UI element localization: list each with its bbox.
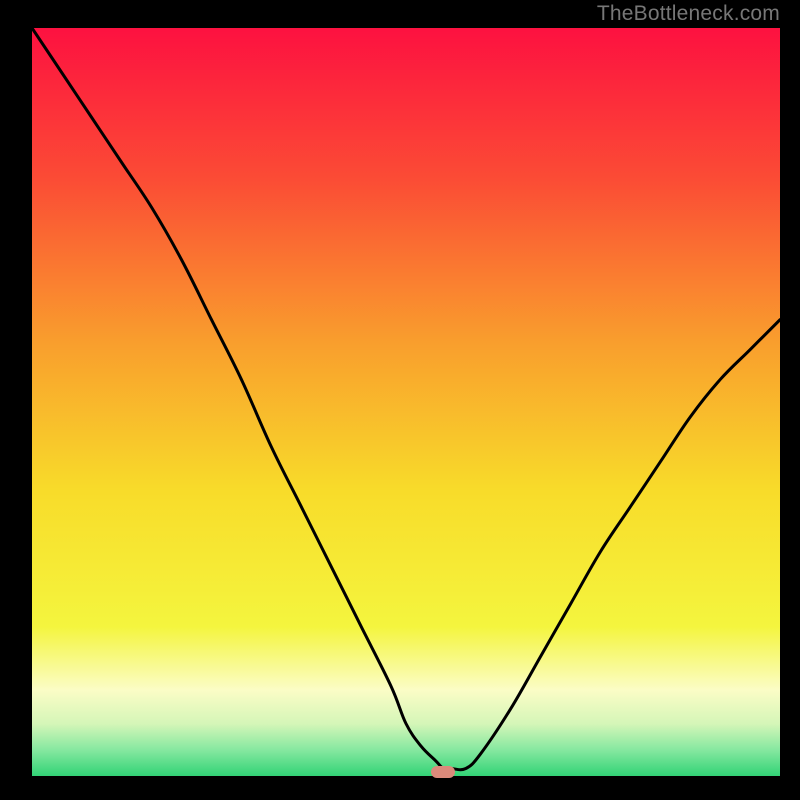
chart-frame: TheBottleneck.com [0, 0, 800, 800]
gradient-background [32, 28, 780, 776]
optimum-marker [431, 766, 455, 778]
watermark-text: TheBottleneck.com [597, 2, 780, 26]
plot-area [32, 28, 780, 776]
chart-svg [32, 28, 780, 776]
